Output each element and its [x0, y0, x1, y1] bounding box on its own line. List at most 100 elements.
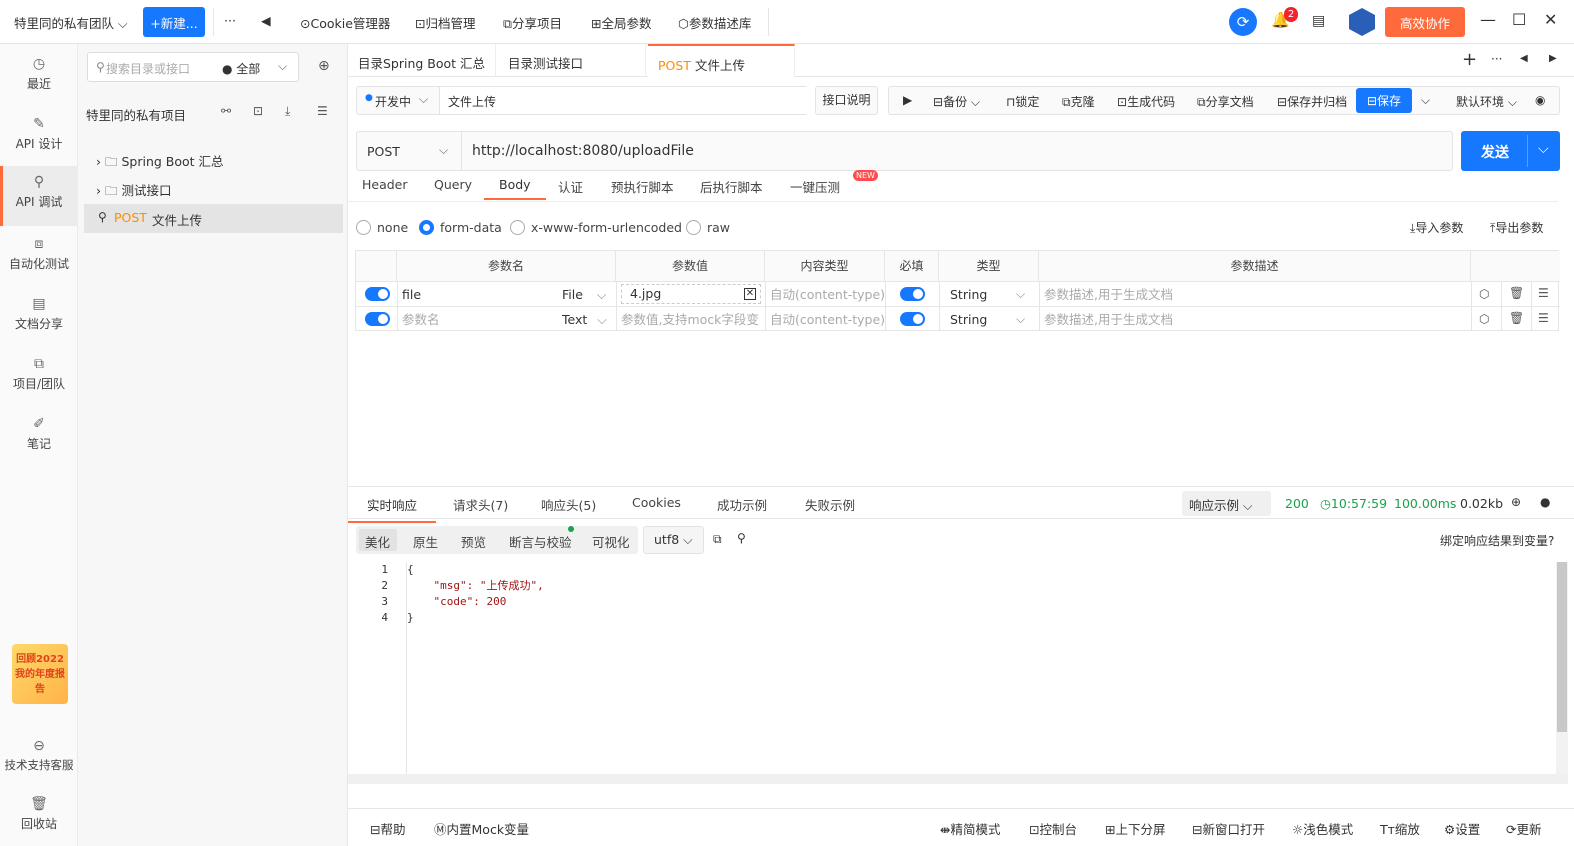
- param-file-type[interactable]: File ⌵: [562, 282, 606, 307]
- gen-code-button[interactable]: ⊡生成代码: [1117, 93, 1175, 110]
- method-select[interactable]: POST: [367, 144, 400, 159]
- next-tab-icon[interactable]: ▶: [1549, 53, 1557, 64]
- tab-pre-script[interactable]: 预执行脚本: [611, 177, 674, 196]
- console-button[interactable]: ⊡控制台: [1029, 819, 1077, 838]
- sync-icon[interactable]: ⟳: [1229, 8, 1257, 36]
- share-doc-button[interactable]: ⧉分享文档: [1197, 93, 1254, 110]
- chevron-down-icon[interactable]: ⌵: [1538, 141, 1549, 157]
- param-name[interactable]: file: [402, 282, 421, 307]
- format-preview[interactable]: 预览: [461, 532, 486, 551]
- param-file-type[interactable]: Text ⌵: [562, 307, 607, 332]
- tree-folder[interactable]: › 🗀 Spring Boot 汇总: [96, 151, 224, 174]
- rail-item-doc-share[interactable]: ▤ 文档分享: [0, 288, 78, 344]
- encoding-select[interactable]: utf8 ⌵: [643, 526, 704, 554]
- tab-post-script[interactable]: 后执行脚本: [700, 177, 763, 196]
- content-type[interactable]: 自动(content-type): [770, 307, 885, 332]
- light-mode-button[interactable]: ☼浅色模式: [1292, 819, 1353, 838]
- copy-icon[interactable]: ⧉: [713, 532, 722, 547]
- param-type[interactable]: String: [950, 307, 987, 332]
- new-button[interactable]: +新建...: [143, 7, 205, 37]
- param-value[interactable]: 参数值,支持mock字段变: [621, 307, 761, 332]
- radio-form-data[interactable]: form-data: [419, 220, 502, 235]
- new-window-button[interactable]: ⊟新窗口打开: [1192, 819, 1265, 838]
- share-icon[interactable]: ⚯: [221, 104, 231, 118]
- row-enable-toggle[interactable]: [365, 312, 390, 326]
- run-icon[interactable]: ▶: [903, 93, 912, 107]
- archive-manage-button[interactable]: ⊡归档管理: [415, 13, 476, 32]
- settings-button[interactable]: ⚙设置: [1444, 819, 1480, 838]
- format-assert[interactable]: 断言与校验: [509, 532, 572, 551]
- back-icon[interactable]: ◀: [261, 13, 271, 28]
- send-button[interactable]: 发送 ⌵: [1461, 131, 1560, 171]
- tab-spring-boot[interactable]: 目录Spring Boot 汇总: [348, 44, 496, 77]
- content-type[interactable]: 自动(content-type): [770, 282, 885, 307]
- minimize-icon[interactable]: —: [1480, 10, 1496, 29]
- globe-icon[interactable]: ⊕: [1511, 495, 1521, 509]
- tab-test-api[interactable]: 目录测试接口: [498, 44, 646, 77]
- rail-item-trash[interactable]: 🗑 回收站: [0, 788, 78, 844]
- tab-file-upload[interactable]: POST 文件上传: [648, 44, 795, 77]
- tab-body[interactable]: Body: [484, 177, 546, 200]
- save-archive-button[interactable]: ⊟保存并归档: [1277, 93, 1347, 110]
- search-icon[interactable]: ⚲: [737, 531, 746, 545]
- search-input[interactable]: 搜索目录或接口: [106, 60, 190, 77]
- tab-header[interactable]: Header: [362, 177, 408, 192]
- radio-urlencoded[interactable]: x-www-form-urlencoded: [510, 220, 682, 235]
- resp-tab-req-headers[interactable]: 请求头(7): [453, 495, 508, 514]
- update-button[interactable]: ⟳更新: [1506, 819, 1542, 838]
- format-visualize[interactable]: 可视化: [592, 532, 630, 551]
- annual-report-banner[interactable]: 回顾2022 我的年度报告: [12, 644, 68, 704]
- collab-button[interactable]: 高效协作: [1385, 7, 1465, 37]
- filter-select[interactable]: ● 全部: [222, 60, 260, 77]
- cube-icon[interactable]: ⬡: [1479, 287, 1489, 301]
- cookie-manager-button[interactable]: ⊙Cookie管理器: [300, 13, 390, 32]
- rail-item-api-design[interactable]: ✎ API 设计: [0, 108, 78, 164]
- zoom-button[interactable]: Tт缩放: [1380, 819, 1420, 838]
- tree-folder[interactable]: › 🗀 测试接口: [96, 180, 172, 203]
- mock-vars-button[interactable]: Ⓜ内置Mock变量: [434, 819, 529, 838]
- trash-icon[interactable]: 🗑: [1509, 311, 1524, 325]
- trash-icon[interactable]: 🗑: [1509, 286, 1524, 300]
- param-name[interactable]: 参数名: [402, 307, 440, 332]
- rail-item-auto-test[interactable]: ⧈ 自动化测试: [0, 228, 78, 284]
- new-folder-icon[interactable]: ⊡: [253, 104, 263, 118]
- tab-stress-test[interactable]: 一键压测: [790, 177, 840, 196]
- eye-icon[interactable]: ◉: [1535, 93, 1545, 107]
- bind-var-link[interactable]: 绑定响应结果到变量?: [1440, 532, 1554, 549]
- row-enable-toggle[interactable]: [365, 287, 390, 301]
- resp-tab-success[interactable]: 成功示例: [717, 495, 767, 514]
- rail-item-recent[interactable]: ◷ 最近: [0, 48, 78, 104]
- add-tab-icon[interactable]: +: [1462, 49, 1477, 70]
- cube-icon[interactable]: ⬡: [1479, 312, 1489, 326]
- save-dropdown-icon[interactable]: ⌵: [1421, 93, 1430, 108]
- split-button[interactable]: ⊞上下分屏: [1105, 819, 1166, 838]
- status-select[interactable]: 开发中: [375, 93, 411, 110]
- rail-item-project-team[interactable]: ⧉ 项目/团队: [0, 348, 78, 404]
- h-scrollbar[interactable]: [348, 774, 1568, 784]
- lock-button[interactable]: ⊓锁定: [1006, 93, 1039, 110]
- resp-tab-fail[interactable]: 失败示例: [805, 495, 855, 514]
- param-desc[interactable]: 参数描述,用于生成文档: [1044, 282, 1173, 307]
- compact-mode-button[interactable]: ⇼精简模式: [940, 819, 1001, 838]
- url-input[interactable]: http://localhost:8080/uploadFile: [461, 132, 1453, 170]
- api-name-input[interactable]: 文件上传: [439, 87, 808, 114]
- required-toggle[interactable]: [900, 312, 925, 326]
- global-params-button[interactable]: ⊞全局参数: [591, 13, 652, 32]
- file-chip[interactable]: 4.jpg ✕: [621, 284, 761, 304]
- save-button[interactable]: ⊟ 保存: [1356, 88, 1412, 113]
- info-icon[interactable]: ●: [1540, 495, 1550, 509]
- param-desc[interactable]: 参数描述,用于生成文档: [1044, 307, 1173, 332]
- import-icon[interactable]: ⤓: [285, 104, 290, 119]
- help-button[interactable]: ⊟帮助: [370, 819, 406, 838]
- more-icon[interactable]: ···: [224, 13, 236, 28]
- example-select[interactable]: 响应示例 ⌵: [1182, 491, 1271, 516]
- resp-tab-cookies[interactable]: Cookies: [632, 495, 681, 510]
- clone-button[interactable]: ⧉克隆: [1062, 93, 1095, 110]
- param-type[interactable]: String: [950, 282, 987, 307]
- share-project-button[interactable]: ⧉分享项目: [503, 13, 562, 32]
- sort-icon[interactable]: ☰: [317, 104, 328, 118]
- required-toggle[interactable]: [900, 287, 925, 301]
- param-desc-lib-button[interactable]: ⬡参数描述库: [678, 13, 751, 32]
- import-params-button[interactable]: ⤓导入参数: [1410, 219, 1463, 236]
- export-params-button[interactable]: ⤒导出参数: [1490, 219, 1543, 236]
